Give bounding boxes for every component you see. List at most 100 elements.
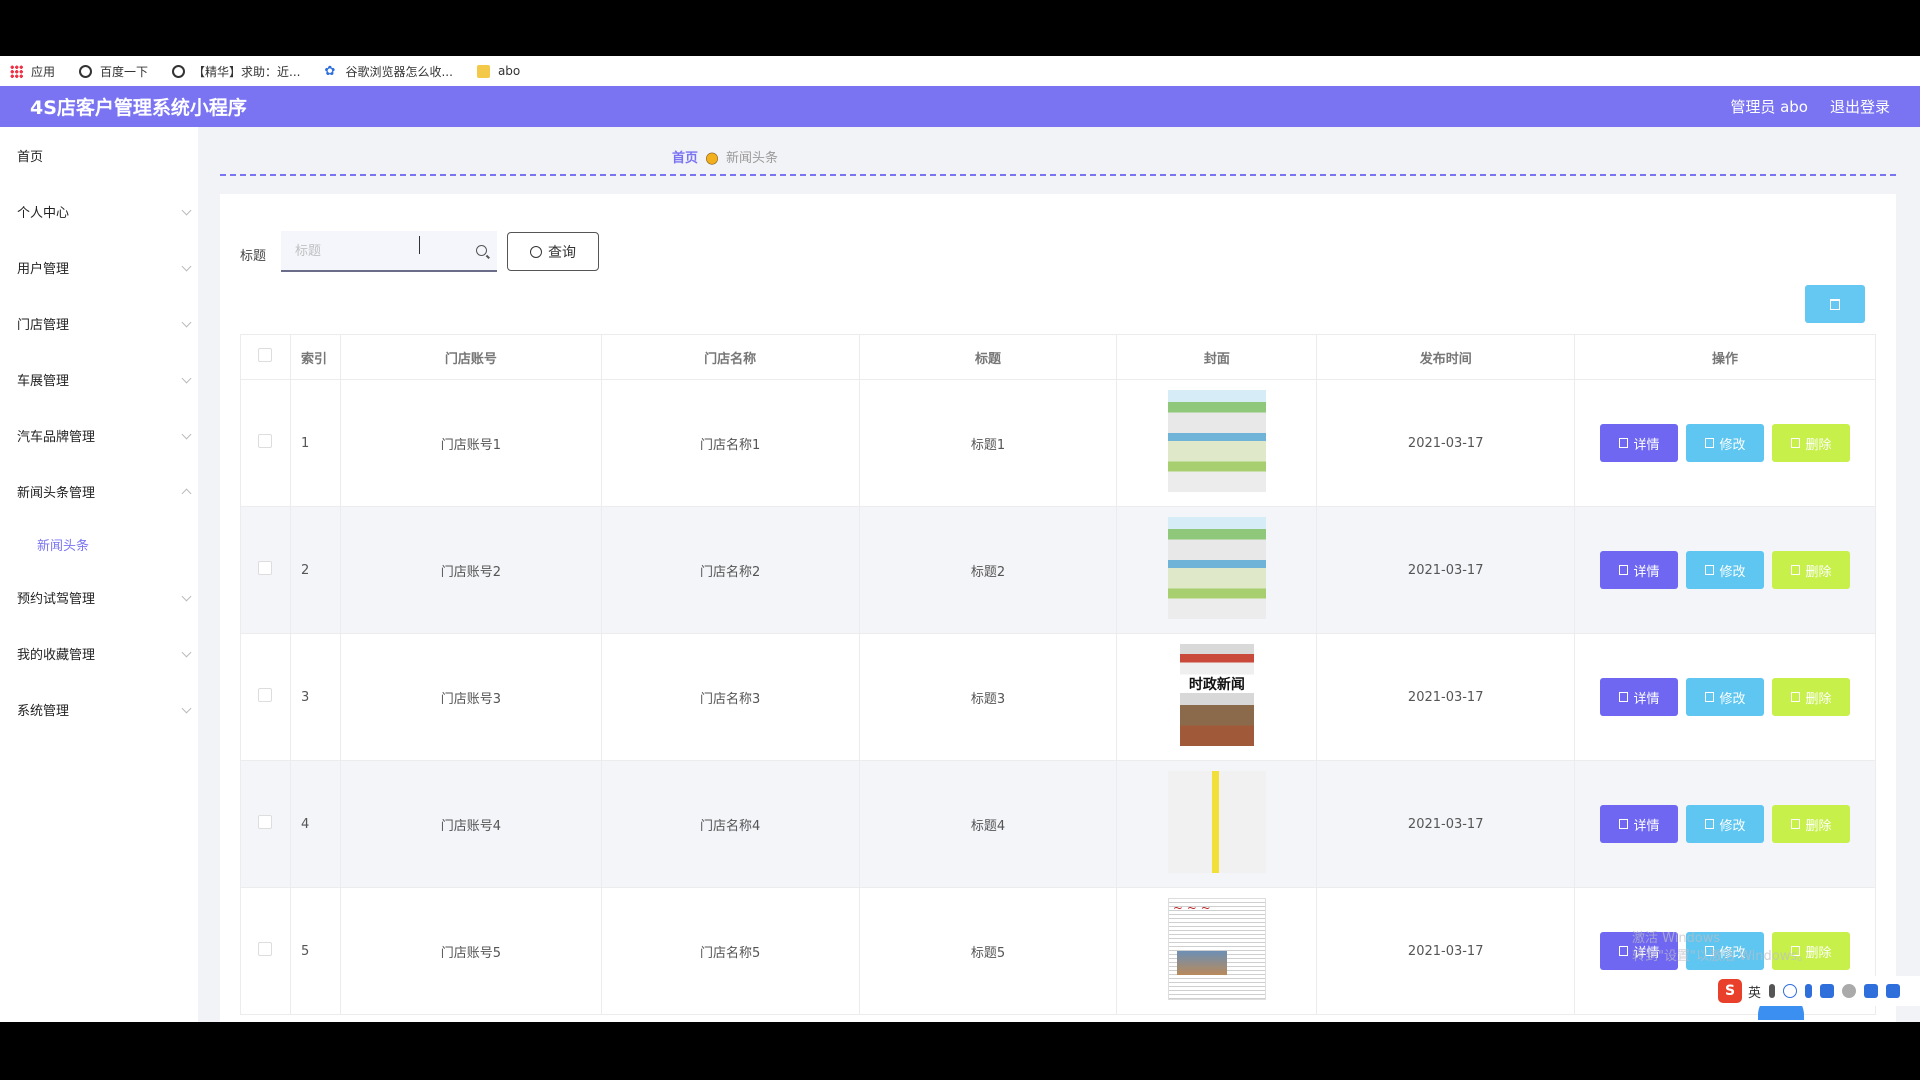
cover-headline: 时政新闻 xyxy=(1188,677,1245,693)
cover-image: 时政新闻 xyxy=(1179,644,1254,746)
ime-toolbar: S 英 xyxy=(1712,976,1920,1006)
row-store-name: 门店名称3 xyxy=(600,633,860,761)
emoji-icon[interactable] xyxy=(1783,984,1798,998)
sidebar-item-home[interactable]: 首页 xyxy=(0,127,198,183)
cover-masthead: ~ ~ ~ xyxy=(1172,901,1211,915)
bookmark-apps[interactable]: 应用 xyxy=(10,63,55,80)
search-field xyxy=(281,231,497,272)
row-title: 标题2 xyxy=(858,506,1118,634)
app-header: 4S店客户管理系统小程序 管理员 abo 退出登录 xyxy=(0,86,1920,127)
row-title: 标题3 xyxy=(858,633,1118,761)
delete-button[interactable]: 删除 xyxy=(1772,805,1851,843)
row-title: 标题5 xyxy=(858,887,1118,1015)
bookmark-chrome[interactable]: ✿ 谷歌浏览器怎么收... xyxy=(324,63,452,80)
sidebar-item-personal[interactable]: 个人中心 xyxy=(0,183,198,239)
detail-button[interactable]: 详情 xyxy=(1600,551,1679,589)
divider xyxy=(220,174,1896,176)
detail-button[interactable]: 详情 xyxy=(1600,678,1679,716)
chevron-down-icon xyxy=(181,205,192,216)
logout-link[interactable]: 退出登录 xyxy=(1830,96,1890,117)
search-icon xyxy=(530,245,542,258)
sidebar-item-stores[interactable]: 门店管理 xyxy=(0,295,198,351)
table-row: 5 门店账号5 门店名称5 标题5 ~ ~ ~ 2021-03-17 详情 修改删… xyxy=(240,887,1876,1015)
keyboard-icon[interactable] xyxy=(1820,984,1835,998)
bookmarks-bar: 应用 百度一下 【精华】求助：近... ✿ 谷歌浏览器怎么收... abo xyxy=(0,56,1920,86)
select-all-cell xyxy=(240,334,291,380)
search-input[interactable] xyxy=(295,243,465,258)
screen-bottom-border xyxy=(0,1022,1920,1080)
sidebar: 首页 个人中心 用户管理 门店管理 车展管理 汽车品牌管理 新闻头条管理 新闻头… xyxy=(0,127,198,1022)
row-checkbox[interactable] xyxy=(258,434,273,448)
edit-button[interactable]: 修改 xyxy=(1686,805,1765,843)
delete-button[interactable]: 删除 xyxy=(1772,551,1851,589)
edit-button[interactable]: 修改 xyxy=(1686,551,1765,589)
row-store-name: 门店名称5 xyxy=(600,887,860,1015)
grid-menu-icon[interactable] xyxy=(1886,984,1901,998)
row-date: 2021-03-17 xyxy=(1316,506,1576,634)
table-row: 3 门店账号3 门店名称3 标题3 时政新闻 2021-03-17 详情 修改 删除 xyxy=(240,633,1876,761)
user-icon[interactable] xyxy=(1842,984,1857,998)
punctuation-icon[interactable] xyxy=(1769,984,1776,998)
sogou-logo-icon[interactable]: S xyxy=(1718,979,1742,1003)
trash-icon xyxy=(1790,565,1800,575)
chevron-down-icon xyxy=(181,647,192,658)
cover-image: ~ ~ ~ xyxy=(1167,898,1266,1000)
header-cover: 封面 xyxy=(1116,334,1318,380)
cover-image xyxy=(1167,390,1266,492)
cover-image xyxy=(1167,517,1266,619)
bookmark-help[interactable]: 【精华】求助：近... xyxy=(172,63,300,80)
sidebar-item-favorites[interactable]: 我的收藏管理 xyxy=(0,625,198,681)
globe-icon xyxy=(79,64,93,78)
sidebar-item-users[interactable]: 用户管理 xyxy=(0,239,198,295)
table-header-row: 索引 门店账号 门店名称 标题 封面 发布时间 操作 xyxy=(240,334,1876,380)
row-account: 门店账号3 xyxy=(339,633,602,761)
trash-icon xyxy=(1790,438,1800,448)
globe-icon xyxy=(172,64,186,78)
chevron-down-icon xyxy=(181,429,192,440)
row-checkbox[interactable] xyxy=(258,561,273,575)
bookmark-baidu[interactable]: 百度一下 xyxy=(79,63,148,80)
sidebar-item-brands[interactable]: 汽车品牌管理 xyxy=(0,407,198,463)
header-index: 索引 xyxy=(289,334,341,380)
sidebar-item-system[interactable]: 系统管理 xyxy=(0,681,198,737)
document-icon xyxy=(1618,692,1628,702)
query-button[interactable]: 查询 xyxy=(507,232,599,271)
row-checkbox[interactable] xyxy=(258,815,273,829)
shirt-icon[interactable] xyxy=(1864,984,1879,998)
app-title: 4S店客户管理系统小程序 xyxy=(30,97,247,119)
breadcrumb-home[interactable]: 首页 xyxy=(672,147,698,166)
detail-button[interactable]: 详情 xyxy=(1600,805,1679,843)
row-index: 5 xyxy=(289,887,341,1015)
delete-button[interactable]: 删除 xyxy=(1772,424,1851,462)
row-title: 标题1 xyxy=(858,379,1118,507)
news-panel: 标题 查询 索引 门店账号 门店名称 标题 封面 发布时间 xyxy=(220,194,1896,1022)
row-checkbox[interactable] xyxy=(258,942,273,956)
sidebar-item-autoshow[interactable]: 车展管理 xyxy=(0,351,198,407)
edit-button[interactable]: 修改 xyxy=(1686,678,1765,716)
sidebar-item-news[interactable]: 新闻头条管理 xyxy=(0,463,198,519)
trash-icon xyxy=(1790,819,1800,829)
edit-button[interactable]: 修改 xyxy=(1686,424,1765,462)
batch-delete-button[interactable] xyxy=(1805,285,1865,323)
detail-button[interactable]: 详情 xyxy=(1600,424,1679,462)
pencil-icon xyxy=(1704,692,1714,702)
pencil-icon xyxy=(1704,565,1714,575)
row-store-name: 门店名称4 xyxy=(600,760,860,888)
ime-language[interactable]: 英 xyxy=(1748,982,1761,1001)
microphone-icon[interactable] xyxy=(1805,984,1813,998)
search-icon xyxy=(476,245,487,256)
row-index: 3 xyxy=(289,633,341,761)
delete-button[interactable]: 删除 xyxy=(1772,678,1851,716)
row-checkbox[interactable] xyxy=(258,688,273,702)
sidebar-item-testdrive[interactable]: 预约试驾管理 xyxy=(0,569,198,625)
document-icon xyxy=(1618,438,1628,448)
trash-icon xyxy=(1790,692,1800,702)
row-date: 2021-03-17 xyxy=(1316,887,1576,1015)
bookmark-abo-folder[interactable]: abo xyxy=(476,64,520,78)
folder-icon xyxy=(476,64,490,78)
paw-icon: ✿ xyxy=(324,63,336,79)
screen-top-border xyxy=(0,0,1920,56)
select-all-checkbox[interactable] xyxy=(258,348,273,362)
chevron-up-icon xyxy=(181,488,192,499)
sidebar-subitem-news[interactable]: 新闻头条 xyxy=(0,519,198,569)
